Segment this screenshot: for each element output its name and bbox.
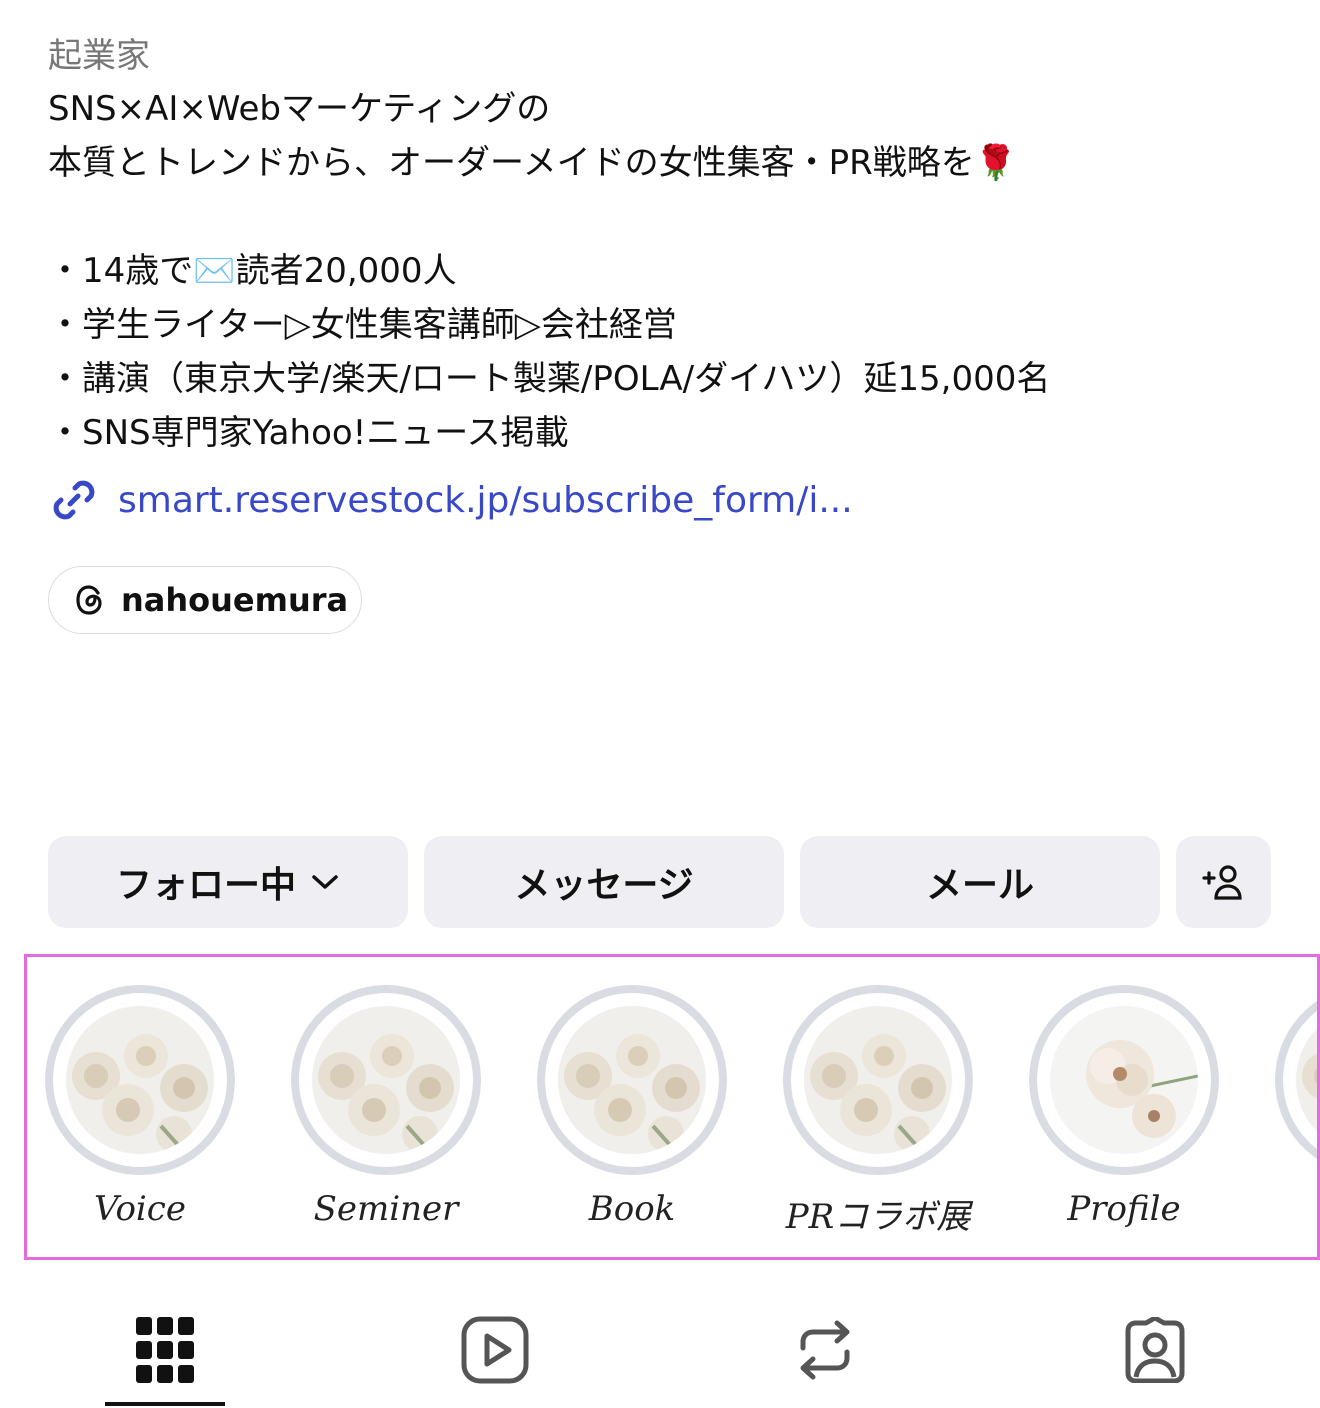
highlight-label: Seminer <box>313 1189 459 1229</box>
following-label: フォロー中 <box>115 865 296 906</box>
highlight-item[interactable]: Profile <box>1029 985 1219 1229</box>
highlight-ring <box>783 985 973 1175</box>
following-button[interactable]: フォロー中 <box>48 836 408 928</box>
profile-link[interactable]: smart.reservestock.jp/subscribe_form/i..… <box>48 474 853 526</box>
highlight-label: Book <box>588 1189 676 1229</box>
message-button[interactable]: メッセージ <box>424 836 784 928</box>
add-user-button[interactable] <box>1176 836 1271 928</box>
highlight-item[interactable]: Seminer <box>291 985 481 1229</box>
threads-icon <box>76 585 102 615</box>
highlight-item[interactable]: Book <box>537 985 727 1229</box>
mail-button[interactable]: メール <box>800 836 1160 928</box>
highlight-ring <box>45 985 235 1175</box>
threads-badge[interactable]: nahouemura <box>48 566 362 634</box>
bio-line: ・講演（東京大学/楽天/ロート製薬/POLA/ダイハツ）延15,000名 <box>48 359 1051 399</box>
profile-tabs <box>0 1280 1320 1408</box>
link-icon <box>53 480 95 520</box>
bio-line: SNS×AI×Webマーケティングの <box>48 89 551 129</box>
profile-link-text[interactable]: smart.reservestock.jp/subscribe_form/i..… <box>118 480 853 521</box>
active-tab-indicator <box>105 1402 225 1406</box>
bio-line: ・学生ライター▷女性集客講師▷会社経営 <box>48 305 677 345</box>
bio-line: 本質とトレンドから、オーダーメイドの女性集客・PR戦略を🌹 <box>48 143 1018 183</box>
repost-icon <box>800 1320 850 1380</box>
add-person-icon <box>1201 865 1242 900</box>
highlight-item[interactable]: Voice <box>45 985 235 1229</box>
highlight-item-partial[interactable] <box>1275 985 1317 1175</box>
message-label: メッセージ <box>514 865 694 906</box>
highlight-cover-roses <box>558 1006 706 1154</box>
threads-handle: nahouemura <box>121 581 349 619</box>
chevron-down-icon <box>312 875 338 889</box>
grid-icon <box>136 1317 194 1383</box>
tagged-icon <box>1125 1317 1185 1383</box>
highlight-cover-roses <box>1296 1006 1317 1154</box>
profile-bio: SNS×AI×Webマーケティングの 本質とトレンドから、オーダーメイドの女性集… <box>48 82 1050 460</box>
highlight-label: Profile <box>1067 1189 1181 1229</box>
profile-category: 起業家 <box>48 36 150 76</box>
highlight-cover-flower <box>1050 1006 1198 1154</box>
mail-label: メール <box>925 865 1034 906</box>
highlight-cover-roses <box>804 1006 952 1154</box>
story-highlights: Voice Seminer Book PRコラボ展 Profile <box>24 954 1320 1260</box>
highlight-cover-roses <box>312 1006 460 1154</box>
highlight-cover-roses <box>66 1006 214 1154</box>
bio-line: ・14歳で✉️読者20,000人 <box>48 251 457 291</box>
reels-icon <box>461 1316 529 1384</box>
highlight-ring <box>1275 985 1317 1175</box>
highlight-label: PRコラボ展 <box>785 1197 971 1237</box>
tab-reposts[interactable] <box>785 1310 865 1390</box>
highlight-label: Voice <box>94 1189 186 1229</box>
tab-grid[interactable] <box>125 1310 205 1390</box>
highlight-ring <box>1029 985 1219 1175</box>
highlight-ring <box>291 985 481 1175</box>
bio-line: ・SNS専門家Yahoo!ニュース掲載 <box>48 413 569 453</box>
tab-tagged[interactable] <box>1115 1310 1195 1390</box>
tab-reels[interactable] <box>455 1310 535 1390</box>
highlight-ring <box>537 985 727 1175</box>
highlight-item[interactable]: PRコラボ展 <box>783 985 973 1238</box>
